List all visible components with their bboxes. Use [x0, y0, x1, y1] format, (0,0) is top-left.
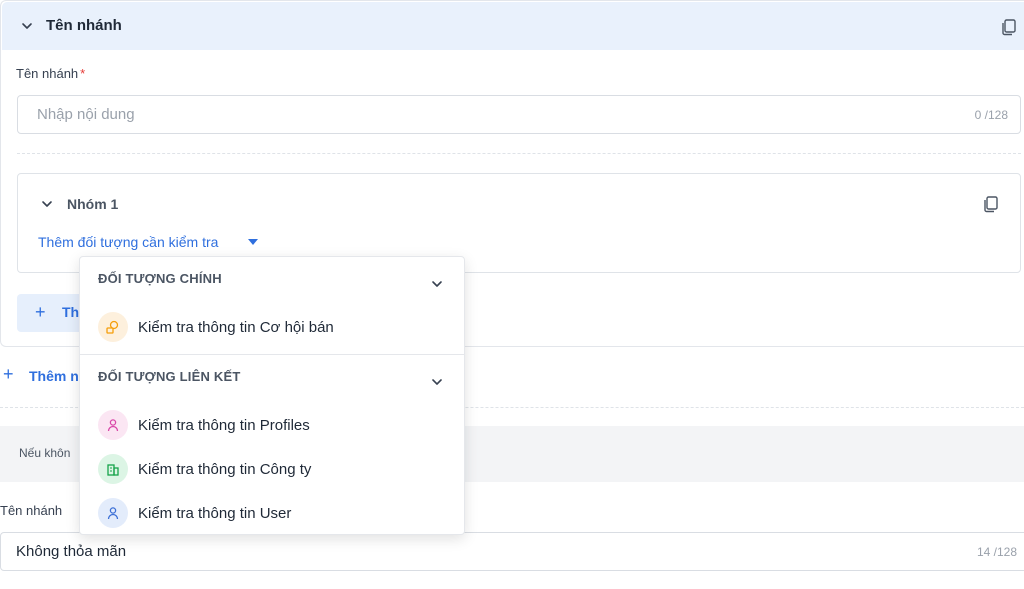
caret-down-icon[interactable]	[248, 239, 258, 245]
plus-icon: +	[3, 364, 14, 384]
branch-name-counter: 0 /128	[974, 108, 1008, 122]
branch-name-input[interactable]: Nhập nội dung 0 /128	[17, 95, 1021, 134]
copy-icon[interactable]	[982, 195, 1000, 213]
user-icon	[98, 498, 128, 528]
dropdown-item-label: Kiểm tra thông tin Profiles	[138, 417, 310, 434]
plus-icon: +	[35, 302, 46, 322]
chevron-down-icon[interactable]	[430, 277, 444, 291]
dropdown-item-profiles[interactable]: Kiểm tra thông tin Profiles	[80, 405, 464, 445]
else-branch-name-input[interactable]: Không thỏa mãn 14 /128	[0, 532, 1024, 571]
dropdown-item-label: Kiểm tra thông tin Cơ hội bán	[138, 319, 334, 336]
dropdown-item-company[interactable]: Kiểm tra thông tin Công ty	[80, 449, 464, 489]
group-title: Nhóm 1	[67, 196, 119, 212]
dropdown-divider	[80, 354, 464, 355]
add-branch-label: Thêm n	[29, 368, 79, 384]
chevron-down-icon[interactable]	[430, 375, 444, 389]
profile-icon	[98, 410, 128, 440]
chevron-down-icon[interactable]	[20, 19, 34, 33]
dropdown-item-user[interactable]: Kiểm tra thông tin User	[80, 493, 464, 533]
else-branch-name-value: Không thỏa mãn	[16, 543, 127, 560]
dropdown-section-title: ĐỐI TƯỢNG LIÊN KẾT	[98, 369, 241, 384]
chevron-down-icon[interactable]	[40, 197, 54, 211]
else-branch-name-label: Tên nhánh	[0, 503, 63, 518]
else-note-text: Nếu khôn	[19, 446, 71, 460]
branch-name-label: Tên nhánh *	[16, 66, 86, 81]
add-object-link[interactable]: Thêm đối tượng cần kiểm tra	[38, 234, 218, 250]
object-dropdown: ĐỐI TƯỢNG CHÍNH Kiểm tra thông tin Cơ hộ…	[79, 256, 465, 535]
branch-header[interactable]: Tên nhánh	[2, 2, 1024, 50]
section-divider	[17, 153, 1021, 154]
company-icon	[98, 454, 128, 484]
branch-name-placeholder: Nhập nội dung	[37, 106, 135, 123]
add-branch-button[interactable]: + Thêm n	[0, 364, 90, 388]
dropdown-item-sales-opportunity[interactable]: Kiểm tra thông tin Cơ hội bán	[80, 307, 464, 347]
dropdown-item-label: Kiểm tra thông tin User	[138, 505, 292, 522]
copy-icon[interactable]	[1000, 18, 1018, 36]
branch-header-title: Tên nhánh	[46, 17, 122, 34]
else-branch-name-counter: 14 /128	[976, 545, 1017, 559]
dropdown-section-title: ĐỐI TƯỢNG CHÍNH	[98, 271, 222, 286]
sales-opportunity-icon	[98, 312, 128, 342]
required-mark: *	[80, 66, 86, 81]
dropdown-item-label: Kiểm tra thông tin Công ty	[138, 461, 312, 478]
